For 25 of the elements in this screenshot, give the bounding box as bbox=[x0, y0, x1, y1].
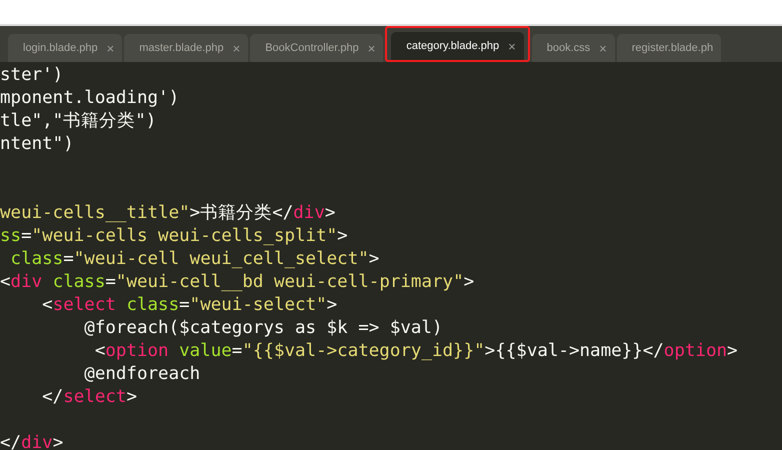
close-icon[interactable]: × bbox=[508, 38, 516, 54]
code-line: </div> bbox=[0, 433, 64, 450]
editor-tab[interactable]: BookController.php × bbox=[250, 34, 384, 62]
code-line: ster') bbox=[0, 65, 64, 85]
code-line: tle","书籍分类") bbox=[0, 111, 156, 131]
code-line: <option value="{{$val->category_id}}">{{$val->name}}</option> bbox=[94, 341, 738, 361]
code-line: <select class="weui-select"> bbox=[41, 295, 338, 315]
code-line: @endforeach bbox=[83, 364, 200, 384]
editor-tab[interactable]: login.blade.php × bbox=[8, 34, 122, 62]
editor-tab[interactable]: category.blade.php × bbox=[391, 32, 524, 60]
code-line: ss="weui-cells weui-cells_split"> bbox=[0, 226, 348, 246]
code-line: </select> bbox=[41, 387, 137, 407]
code-line: <div class="weui-cell__bd weui-cell-primary"> bbox=[0, 272, 474, 292]
close-icon[interactable]: × bbox=[106, 40, 114, 56]
code-line: class="weui-cell weui_cell_select"> bbox=[10, 249, 380, 269]
code-line: @foreach($categorys as $k => $val) bbox=[83, 318, 443, 338]
close-icon[interactable]: × bbox=[232, 40, 240, 56]
close-icon[interactable]: × bbox=[368, 40, 376, 56]
editor-tab[interactable]: book.css × bbox=[532, 34, 615, 62]
code-line: weui-cells__title">书籍分类</div> bbox=[0, 203, 336, 223]
close-icon[interactable]: × bbox=[599, 40, 607, 56]
code-line: ntent") bbox=[0, 134, 74, 154]
editor-tab[interactable]: master.blade.php × bbox=[124, 34, 248, 62]
editor-tab[interactable]: register.blade.ph bbox=[616, 34, 722, 62]
code-line: mponent.loading') bbox=[0, 88, 180, 108]
